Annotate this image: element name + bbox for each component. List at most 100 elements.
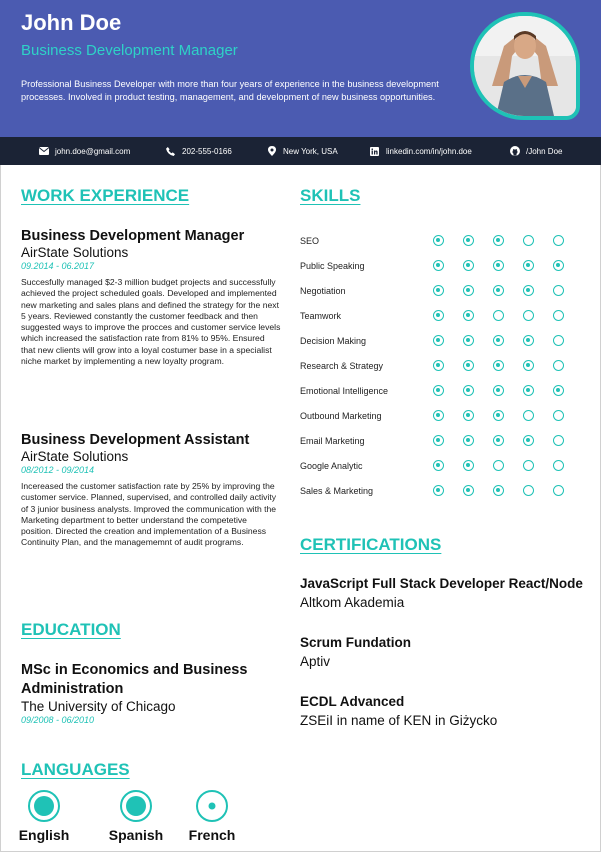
job-entry-1: Business Development Manager AirState So… xyxy=(21,228,281,367)
job-entry-2: Business Development Assistant AirState … xyxy=(21,432,281,549)
certification-entry-1: JavaScript Full Stack Developer React/No… xyxy=(300,576,590,610)
skill-name: Teamwork xyxy=(300,310,342,321)
skill-rating xyxy=(433,385,564,396)
contact-linkedin[interactable]: linkedin.com/in/john.doe xyxy=(369,137,472,165)
skill-row: Decision Making xyxy=(300,328,570,353)
rating-dot-filled-icon xyxy=(553,260,564,271)
skill-name: Outbound Marketing xyxy=(300,410,382,421)
language-level-fill xyxy=(34,796,54,816)
contact-bar: john.doe@gmail.com 202-555-0166 New York… xyxy=(0,137,601,165)
skill-rating xyxy=(433,410,564,421)
rating-dot-filled-icon xyxy=(463,360,474,371)
skill-row: Email Marketing xyxy=(300,428,570,453)
skills-heading: SKILLS xyxy=(300,186,361,205)
rating-dot-filled-icon xyxy=(493,485,504,496)
rating-dot-filled-icon xyxy=(493,335,504,346)
rating-dot-filled-icon xyxy=(463,260,474,271)
education-entry: MSc in Economics and Business Administra… xyxy=(21,661,281,725)
skill-name: Sales & Marketing xyxy=(300,485,374,496)
rating-dot-filled-icon xyxy=(433,310,444,321)
rating-dot-filled-icon xyxy=(523,335,534,346)
rating-dot-filled-icon xyxy=(523,385,534,396)
resume-header: John Doe Business Development Manager Pr… xyxy=(0,0,601,137)
rating-dot-filled-icon xyxy=(433,360,444,371)
rating-dot-filled-icon xyxy=(523,260,534,271)
skill-row: Outbound Marketing xyxy=(300,403,570,428)
rating-dot-empty-icon xyxy=(553,435,564,446)
skill-rating xyxy=(433,310,564,321)
rating-dot-filled-icon xyxy=(433,435,444,446)
rating-dot-empty-icon xyxy=(553,310,564,321)
rating-dot-filled-icon xyxy=(553,385,564,396)
rating-dot-filled-icon xyxy=(433,410,444,421)
rating-dot-filled-icon xyxy=(433,335,444,346)
skill-name: Public Speaking xyxy=(300,260,365,271)
rating-dot-filled-icon xyxy=(463,310,474,321)
contact-linkedin-text: linkedin.com/in/john.doe xyxy=(386,146,472,156)
contact-phone-text: 202-555-0166 xyxy=(182,146,232,156)
education-degree: MSc in Economics and Business Administra… xyxy=(21,662,248,697)
rating-dot-empty-icon xyxy=(553,360,564,371)
rating-dot-filled-icon xyxy=(523,285,534,296)
skill-row: Teamwork xyxy=(300,303,570,328)
education-heading: EDUCATION xyxy=(21,620,121,639)
skill-rating xyxy=(433,360,564,371)
rating-dot-filled-icon xyxy=(493,285,504,296)
github-icon xyxy=(509,146,520,157)
contact-email-text: john.doe@gmail.com xyxy=(55,146,131,156)
linkedin-icon xyxy=(369,146,380,157)
rating-dot-empty-icon xyxy=(523,460,534,471)
job-2-title: Business Development Assistant xyxy=(21,432,250,448)
certification-2-name: Scrum Fundation xyxy=(300,635,411,650)
job-1-company: AirState Solutions xyxy=(21,245,129,260)
certifications-heading: CERTIFICATIONS xyxy=(300,535,442,554)
certification-3-org: ZSEiI in name of KEN in Giżycko xyxy=(300,713,498,728)
profile-photo xyxy=(470,12,580,120)
phone-icon xyxy=(165,146,176,157)
contact-email[interactable]: john.doe@gmail.com xyxy=(38,137,130,165)
rating-dot-filled-icon xyxy=(433,235,444,246)
certification-3-name: ECDL Advanced xyxy=(300,694,405,709)
skill-rating xyxy=(433,235,564,246)
rating-dot-filled-icon xyxy=(433,385,444,396)
rating-dot-empty-icon xyxy=(523,485,534,496)
rating-dot-filled-icon xyxy=(463,460,474,471)
rating-dot-empty-icon xyxy=(493,460,504,471)
certification-entry-3: ECDL Advanced ZSEiI in name of KEN in Gi… xyxy=(300,694,590,728)
job-title-headline: Business Development Manager xyxy=(21,42,238,59)
certification-entry-2: Scrum Fundation Aptiv xyxy=(300,635,590,669)
rating-dot-filled-icon xyxy=(463,335,474,346)
rating-dot-empty-icon xyxy=(553,410,564,421)
rating-dot-filled-icon xyxy=(433,485,444,496)
rating-dot-filled-icon xyxy=(523,360,534,371)
contact-github[interactable]: /John Doe xyxy=(509,137,562,165)
skill-rating xyxy=(433,335,564,346)
skill-row: Public Speaking xyxy=(300,253,570,278)
skill-rating xyxy=(433,285,564,296)
rating-dot-empty-icon xyxy=(523,235,534,246)
work-experience-heading: WORK EXPERIENCE xyxy=(21,186,190,205)
rating-dot-filled-icon xyxy=(493,435,504,446)
skill-rating xyxy=(433,435,564,446)
rating-dot-filled-icon xyxy=(433,285,444,296)
job-2-company: AirState Solutions xyxy=(21,449,129,464)
skill-rating xyxy=(433,260,564,271)
rating-dot-filled-icon xyxy=(433,460,444,471)
rating-dot-filled-icon xyxy=(463,385,474,396)
person-name: John Doe xyxy=(21,10,122,35)
skill-name: Negotiation xyxy=(300,285,346,296)
job-1-description: Succesfully managed $2-3 million budget … xyxy=(21,277,281,367)
language-level-icon xyxy=(28,790,60,822)
rating-dot-filled-icon xyxy=(523,435,534,446)
certification-1-org: Altkom Akademia xyxy=(300,595,405,610)
rating-dot-filled-icon xyxy=(463,285,474,296)
rating-dot-filled-icon xyxy=(463,485,474,496)
language-name: Spanish xyxy=(108,827,164,843)
skill-row: Sales & Marketing xyxy=(300,478,570,503)
certification-2-org: Aptiv xyxy=(300,654,331,669)
skill-name: Research & Strategy xyxy=(300,360,384,371)
contact-phone[interactable]: 202-555-0166 xyxy=(165,137,232,165)
skill-name: Google Analytic xyxy=(300,460,363,471)
education-dates: 09/2008 - 06/2010 xyxy=(21,715,95,725)
language-english: English xyxy=(14,790,74,843)
